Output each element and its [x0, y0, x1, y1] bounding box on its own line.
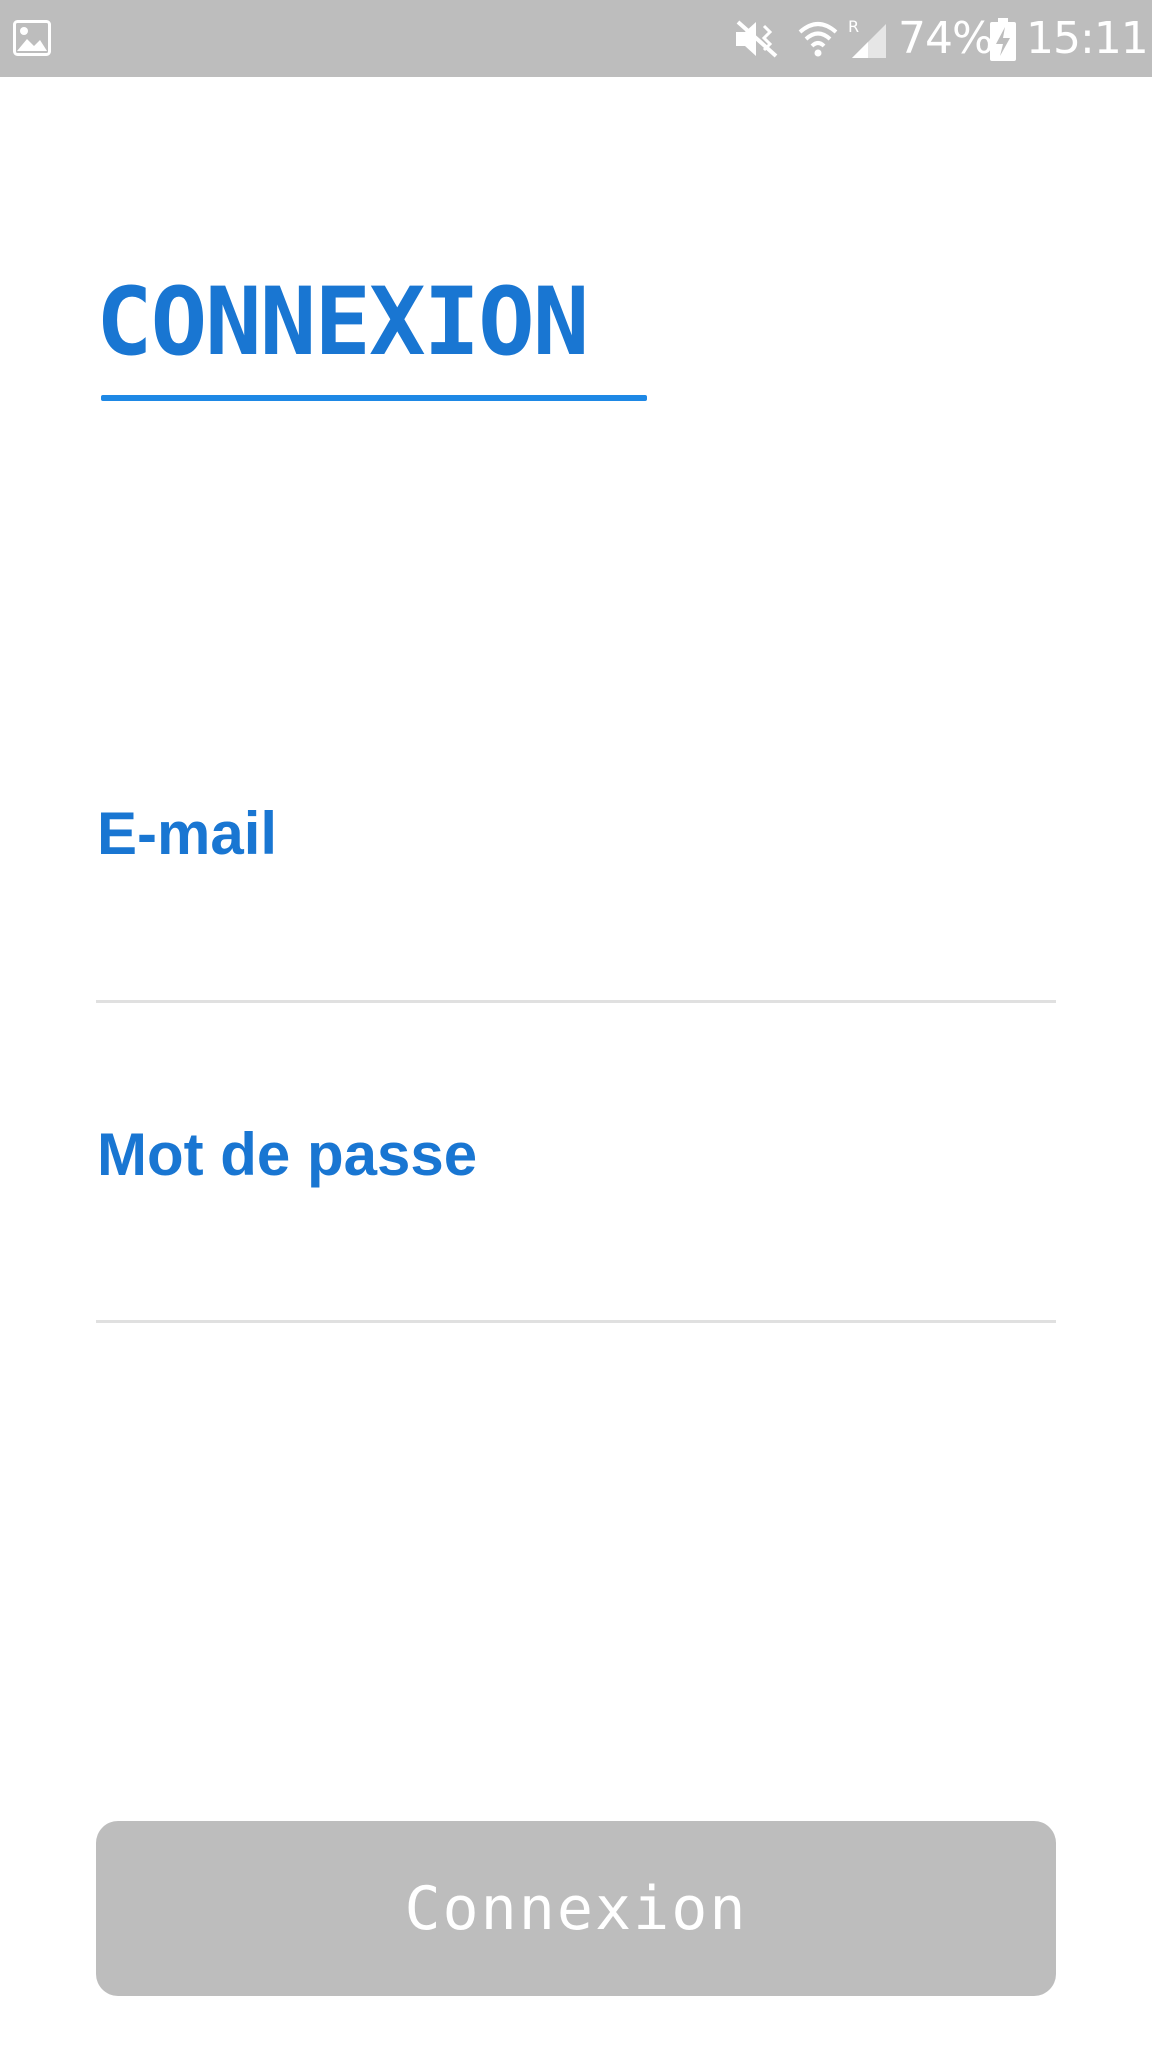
password-label: Mot de passe — [97, 1121, 478, 1188]
status-bar: R 74% 15:11 — [0, 0, 1152, 77]
login-button[interactable]: Connexion — [96, 1821, 1056, 1996]
battery-percentage: 74% — [898, 13, 994, 64]
wifi-icon — [798, 22, 838, 57]
clock: 15:11 — [1026, 13, 1149, 64]
image-icon — [13, 20, 51, 56]
email-label: E-mail — [97, 800, 278, 867]
title-underline — [101, 395, 647, 401]
page-title: CONNEXION — [96, 268, 589, 377]
email-field[interactable] — [96, 905, 1056, 995]
password-field-underline — [96, 1320, 1056, 1323]
battery-charging-icon — [990, 18, 1016, 61]
signal-icon: R — [848, 17, 886, 58]
svg-text:R: R — [848, 17, 859, 36]
mute-icon — [736, 20, 778, 58]
password-field[interactable] — [96, 1226, 1056, 1316]
login-screen: R 74% 15:11 CONNEXION E-mail Mot de pass… — [0, 0, 1152, 2048]
email-field-underline — [96, 1000, 1056, 1003]
